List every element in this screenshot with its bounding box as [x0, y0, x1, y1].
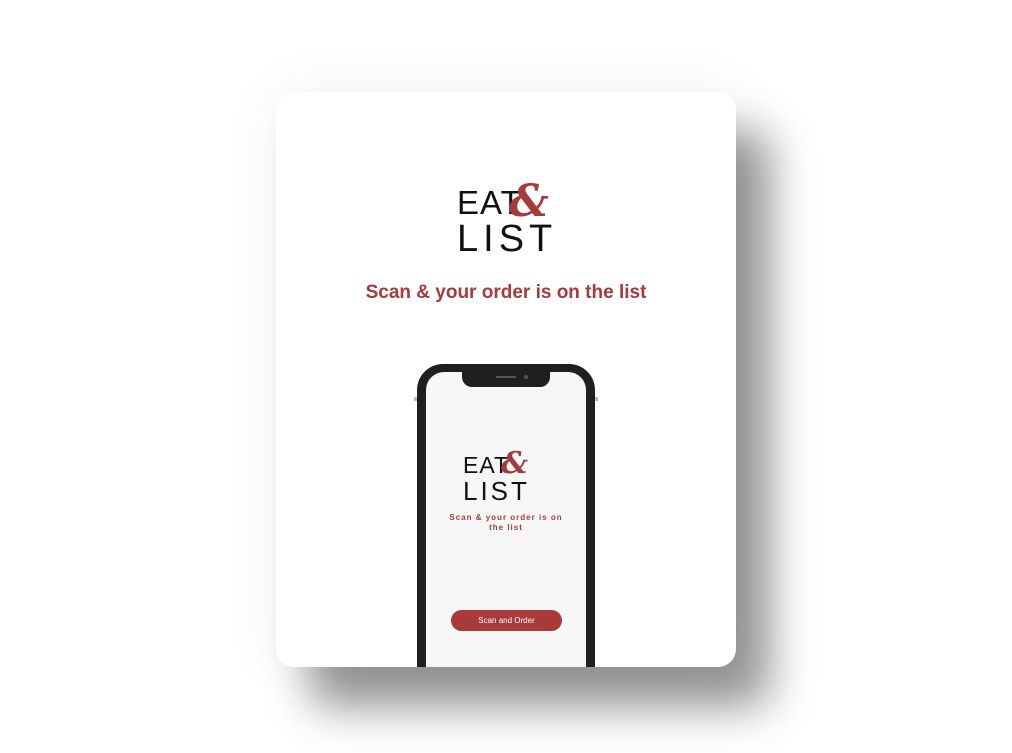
- app-tagline: Scan & your order is on the list: [449, 513, 563, 532]
- logo-word-list: LIST: [457, 218, 558, 260]
- stage: EAT & LIST Scan & your order is on the l…: [0, 0, 1012, 753]
- app-brand-logo: EAT & LIST: [426, 449, 586, 509]
- phone-side-button-left: [414, 397, 417, 401]
- phone-camera-icon: [524, 375, 528, 379]
- phone-screen: EAT & LIST Scan & your order is on the l…: [426, 372, 586, 667]
- presentation-card: EAT & LIST Scan & your order is on the l…: [276, 92, 736, 667]
- phone-side-button-right: [595, 397, 598, 401]
- phone-mockup: EAT & LIST Scan & your order is on the l…: [414, 364, 598, 667]
- tagline: Scan & your order is on the list: [365, 282, 647, 303]
- scan-and-order-button[interactable]: Scan and Order: [451, 610, 562, 631]
- app-logo-ampersand-icon: &: [501, 446, 529, 481]
- app-logo-word-list: LIST: [463, 476, 530, 506]
- phone-notch: [462, 372, 550, 387]
- phone-speaker-icon: [496, 376, 516, 378]
- brand-logo: EAT & LIST: [276, 180, 736, 260]
